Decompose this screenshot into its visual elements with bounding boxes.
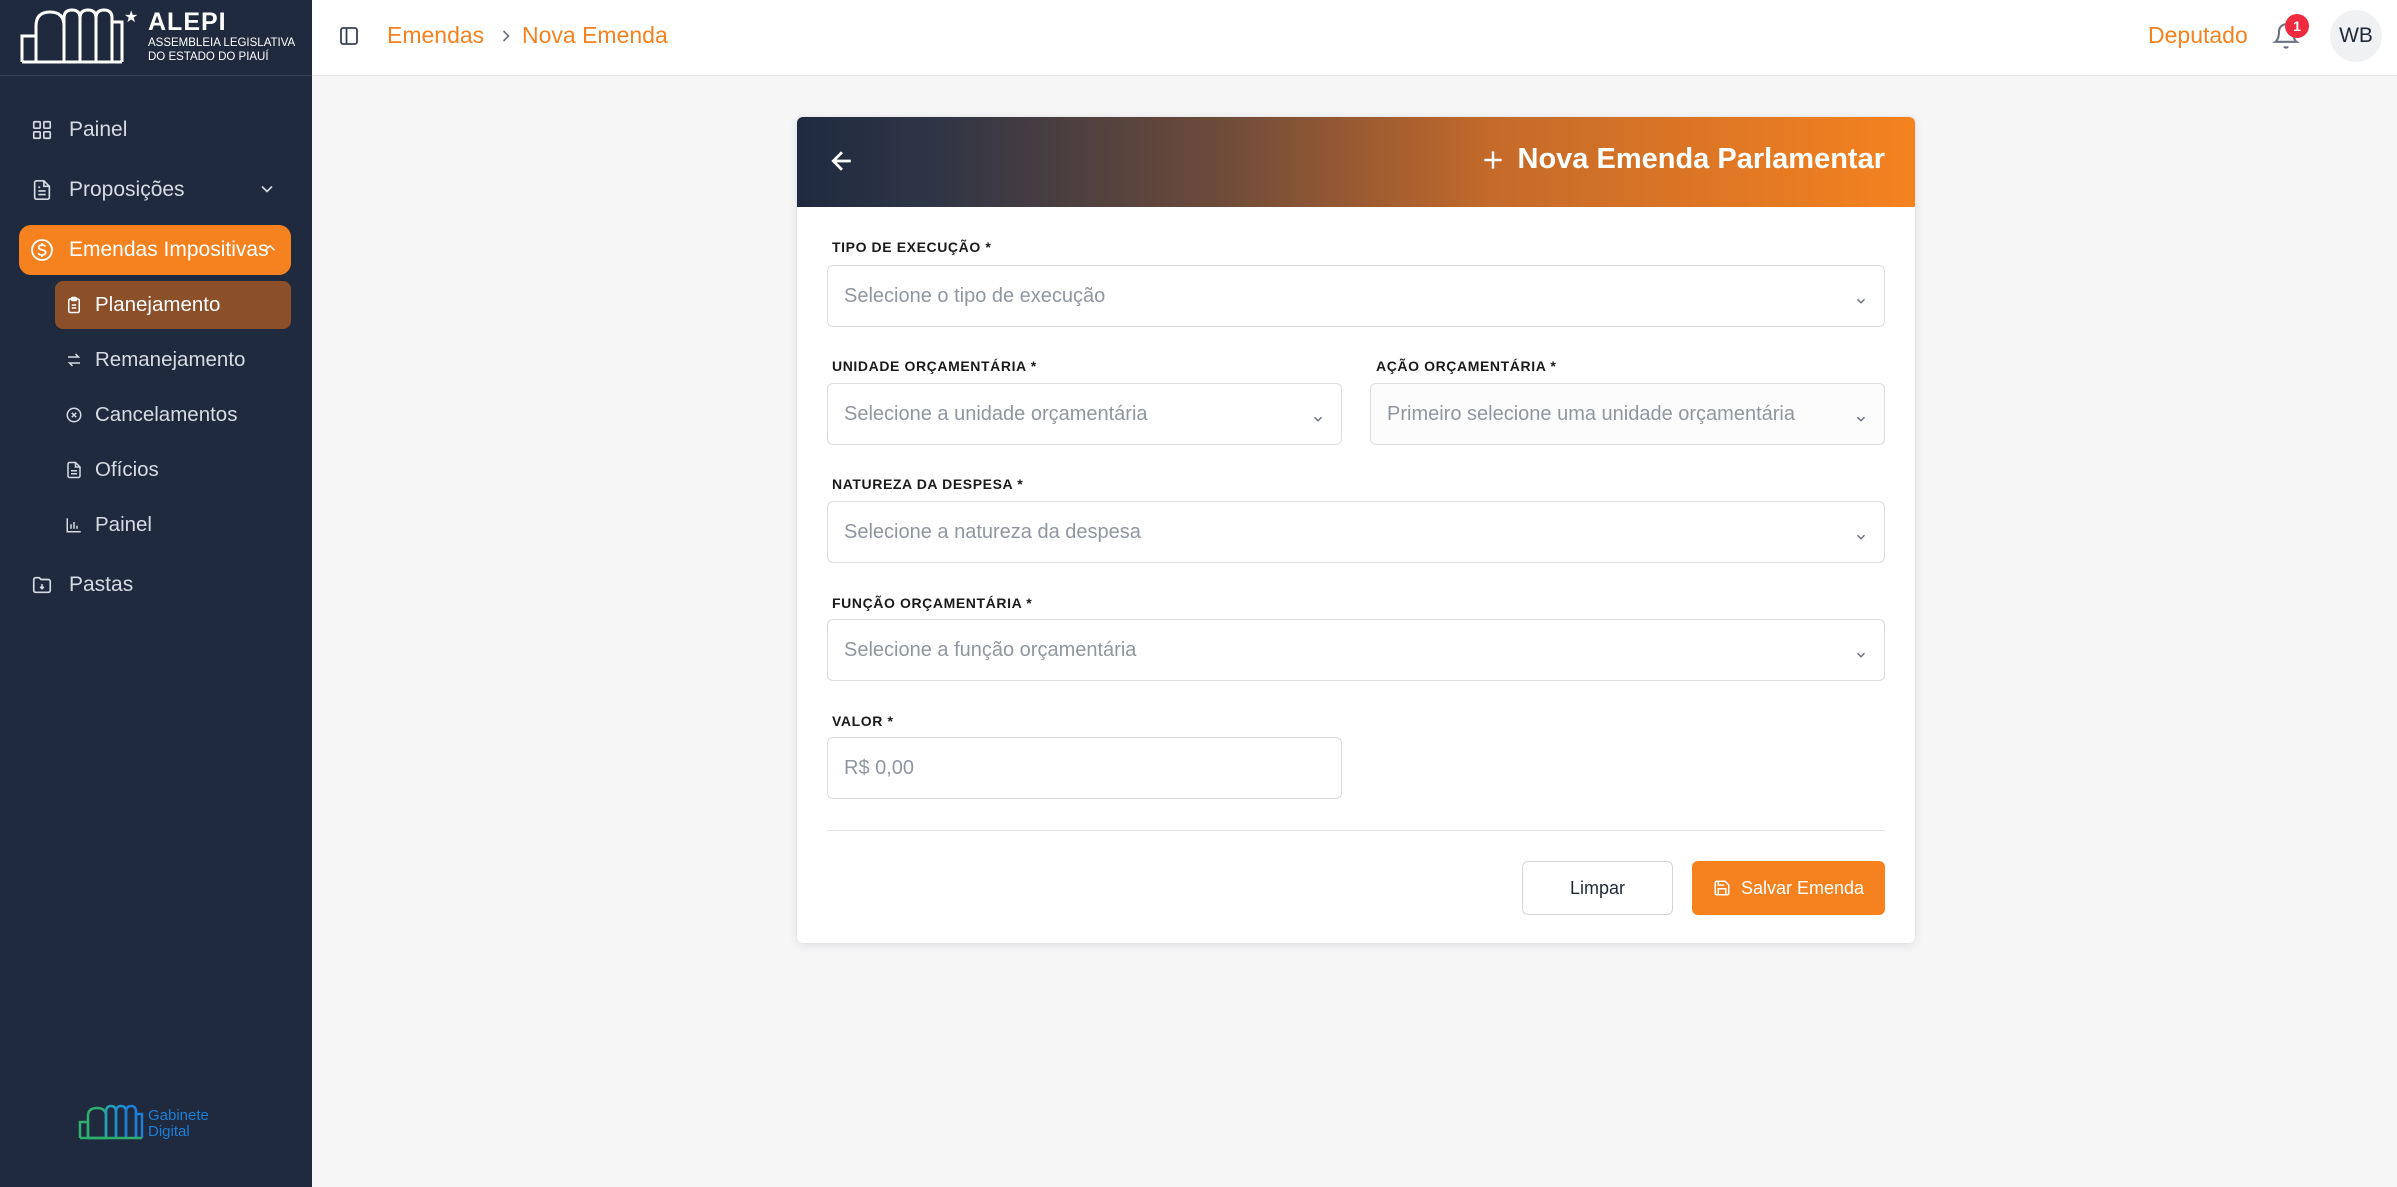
natureza-despesa-label: NATUREZA DA DESPESA * xyxy=(832,476,1024,492)
user-role[interactable]: Deputado xyxy=(2148,22,2248,49)
save-icon xyxy=(1714,880,1730,896)
bar-chart-icon xyxy=(63,514,85,536)
funcao-orcamentaria-select[interactable]: Selecione a função orçamentária xyxy=(827,619,1885,681)
natureza-despesa-select[interactable]: Selecione a natureza da despesa xyxy=(827,501,1885,563)
notification-badge: 1 xyxy=(2285,14,2309,38)
valor-label: VALOR * xyxy=(832,713,894,729)
unidade-orcamentaria-placeholder: Selecione a unidade orçamentária xyxy=(844,402,1148,425)
sidebar-subitem-label: Cancelamentos xyxy=(95,403,238,426)
brand-logo[interactable]: ★ ALEPI ASSEMBLEIA LEGISLATIVA DO ESTADO… xyxy=(0,0,312,76)
sidebar-item-label: Pastas xyxy=(69,573,134,596)
unidade-orcamentaria-label: UNIDADE ORÇAMENTÁRIA * xyxy=(832,358,1037,374)
card-title-group: Nova Emenda Parlamentar xyxy=(1480,143,1885,176)
sidebar-item-pastas[interactable]: Pastas xyxy=(19,560,291,610)
save-button-label: Salvar Emenda xyxy=(1740,877,1865,898)
tipo-execucao-select[interactable]: Selecione o tipo de execução xyxy=(827,265,1885,327)
chevron-down-icon xyxy=(1854,409,1868,432)
chevron-down-icon xyxy=(1854,527,1868,550)
sidebar-subitem-label: Painel xyxy=(95,513,152,536)
sidebar-subitem-planejamento[interactable]: Planejamento xyxy=(55,281,291,329)
valor-input[interactable]: R$ 0,00 xyxy=(827,737,1342,799)
sidebar-item-label: Emendas Impositivas xyxy=(69,238,269,261)
brand-name: ALEPI xyxy=(148,8,227,36)
avatar[interactable]: WB xyxy=(2330,10,2382,62)
tipo-execucao-label: TIPO DE EXECUÇÃO * xyxy=(832,239,992,255)
sidebar-subitem-painel[interactable]: Painel xyxy=(55,501,291,549)
acao-orcamentaria-select[interactable]: Primeiro selecione uma unidade orçamentá… xyxy=(1370,383,1885,445)
sidebar-subitem-oficios[interactable]: Ofícios xyxy=(55,446,291,494)
sidebar-item-painel[interactable]: Painel xyxy=(19,105,291,155)
clipboard-icon xyxy=(63,294,85,316)
funcao-orcamentaria-label: FUNÇÃO ORÇAMENTÁRIA * xyxy=(832,595,1033,611)
chevron-down-icon xyxy=(1854,645,1868,668)
breadcrumb-nova-emenda: Nova Emenda xyxy=(522,22,668,48)
brand-subtitle: ASSEMBLEIA LEGISLATIVA DO ESTADO DO PIAU… xyxy=(148,37,296,63)
dollar-circle-icon xyxy=(29,237,55,263)
acao-orcamentaria-placeholder: Primeiro selecione uma unidade orçamentá… xyxy=(1387,402,1795,425)
breadcrumb-emendas[interactable]: Emendas xyxy=(387,22,484,49)
acao-orcamentaria-label: AÇÃO ORÇAMENTÁRIA * xyxy=(1376,358,1557,374)
sidebar: ★ ALEPI ASSEMBLEIA LEGISLATIVA DO ESTADO… xyxy=(0,0,312,1187)
tipo-execucao-placeholder: Selecione o tipo de execução xyxy=(844,284,1106,307)
grid-icon xyxy=(29,117,55,143)
star-icon: ★ xyxy=(124,9,139,26)
natureza-despesa-placeholder: Selecione a natureza da despesa xyxy=(844,520,1141,543)
unidade-orcamentaria-select[interactable]: Selecione a unidade orçamentária xyxy=(827,383,1342,445)
valor-placeholder: R$ 0,00 xyxy=(844,756,915,779)
sidebar-subitem-label: Remanejamento xyxy=(95,348,246,371)
form-divider xyxy=(827,830,1885,831)
arrows-icon xyxy=(63,349,85,371)
card-header: Nova Emenda Parlamentar xyxy=(797,117,1915,207)
clear-button[interactable]: Limpar xyxy=(1522,861,1673,915)
sidebar-item-emendas-impositivas[interactable]: Emendas Impositivas xyxy=(19,225,291,275)
sidebar-subitem-cancelamentos[interactable]: Cancelamentos xyxy=(55,391,291,439)
back-arrow-icon[interactable] xyxy=(827,146,857,181)
sidebar-item-label: Painel xyxy=(69,118,128,141)
funcao-orcamentaria-placeholder: Selecione a função orçamentária xyxy=(844,638,1137,661)
save-button[interactable]: Salvar Emenda xyxy=(1692,861,1885,915)
plus-icon xyxy=(1483,150,1502,169)
file-icon xyxy=(63,459,85,481)
chevron-down-icon xyxy=(257,179,277,205)
sidebar-subitem-label: Planejamento xyxy=(95,293,221,316)
new-amendment-card: Nova Emenda Parlamentar TIPO DE EXECUÇÃO… xyxy=(797,117,1915,943)
chevron-up-icon xyxy=(261,239,279,263)
chevron-down-icon xyxy=(1854,291,1868,314)
sidebar-item-proposicoes[interactable]: Proposições xyxy=(19,165,291,215)
topbar: Emendas Nova Emenda Deputado 1 WB xyxy=(312,0,2397,76)
folder-icon xyxy=(29,572,55,598)
sidebar-subitem-remanejamento[interactable]: Remanejamento xyxy=(55,336,291,384)
svg-text:Gabinete: Gabinete xyxy=(148,1107,209,1124)
sidebar-toggle-icon[interactable] xyxy=(337,24,361,53)
gabinete-digital-logo: Gabinete Digital xyxy=(78,1104,238,1145)
chevron-right-icon xyxy=(496,24,516,53)
file-text-icon xyxy=(29,177,55,203)
svg-text:Digital: Digital xyxy=(148,1123,190,1140)
card-title: Nova Emenda Parlamentar xyxy=(1517,143,1885,175)
sidebar-subitem-label: Ofícios xyxy=(95,458,159,481)
x-circle-icon xyxy=(63,404,85,426)
chevron-down-icon xyxy=(1311,409,1325,432)
sidebar-item-label: Proposições xyxy=(69,178,185,201)
